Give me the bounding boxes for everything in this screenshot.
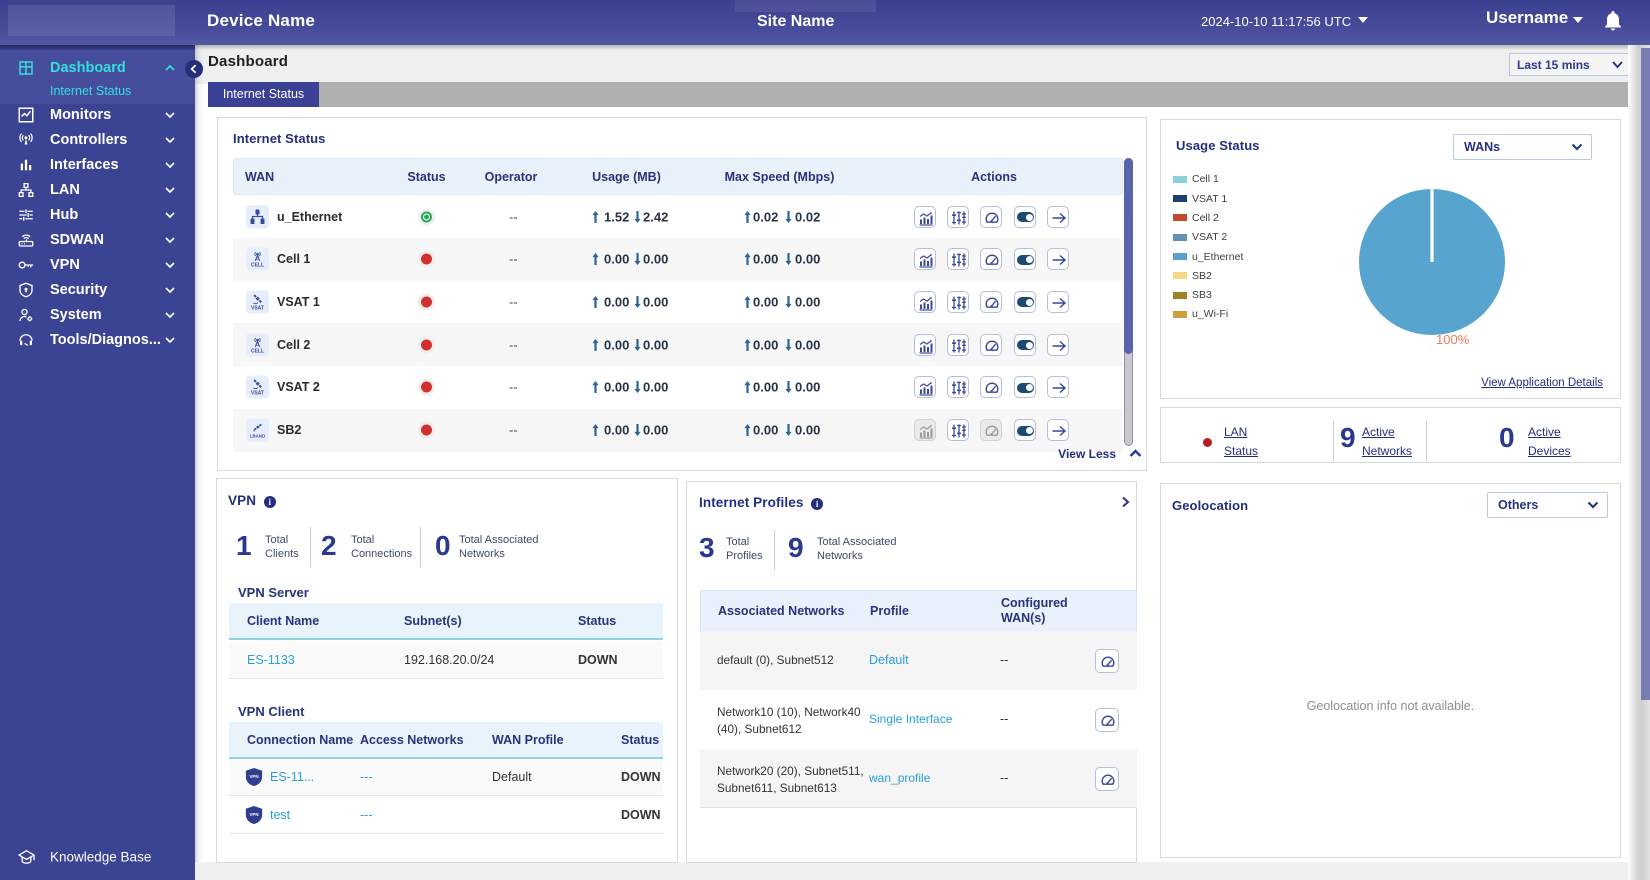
svg-text:VPN: VPN bbox=[249, 812, 258, 817]
svg-text:LBAND: LBAND bbox=[250, 433, 265, 438]
svg-text:VSAT: VSAT bbox=[251, 305, 264, 310]
svg-text:VPN: VPN bbox=[249, 774, 258, 779]
svg-text:CELL: CELL bbox=[251, 348, 264, 353]
svg-text:VSAT: VSAT bbox=[251, 391, 264, 396]
svg-text:CELL: CELL bbox=[251, 262, 264, 267]
